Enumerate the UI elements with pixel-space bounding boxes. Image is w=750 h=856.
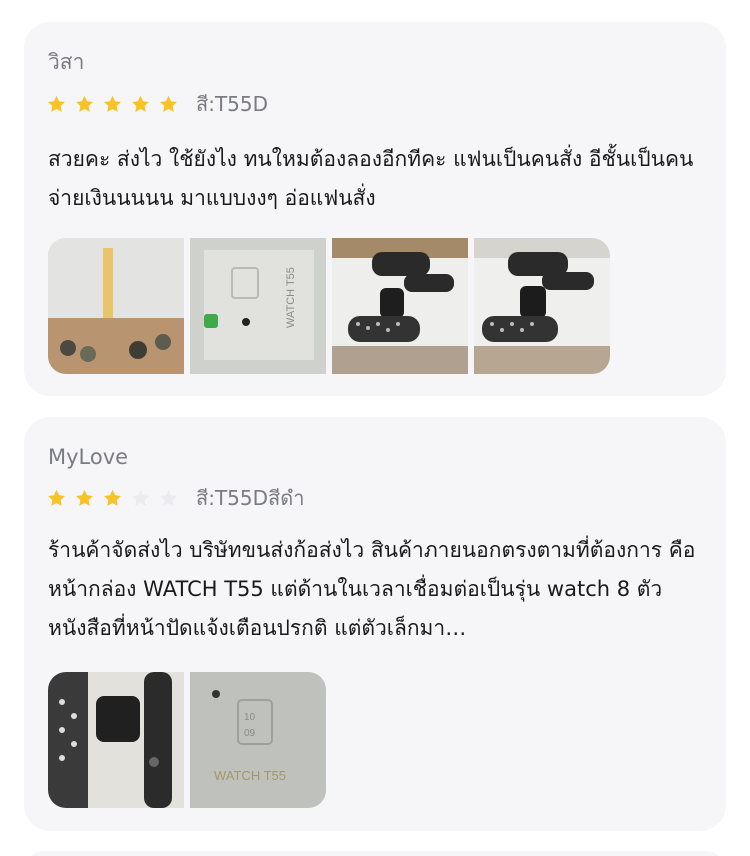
star-filled-icon [46,94,67,115]
star-filled-icon [102,94,123,115]
photo-row: 10 09 WATCH T55 [48,672,326,808]
star-empty-icon [158,488,179,509]
svg-text:WATCH T55: WATCH T55 [214,768,286,783]
star-filled-icon [74,488,95,509]
variant-label: สี:T55Dสีดำ [196,486,305,510]
review-photo[interactable] [48,238,184,374]
reviewer-name: MyLove [48,445,129,469]
review-card [24,851,726,856]
review-card: MyLove สี:T55Dสีดำ ร้านค้าจัดส่งไว บริษั… [24,417,726,831]
rating-row: สี:T55D [46,90,268,118]
star-filled-icon [46,488,67,509]
star-empty-icon [130,488,151,509]
svg-text:WATCH T55: WATCH T55 [285,267,297,328]
photo-row: WATCH T55 [48,238,610,374]
svg-text:10: 10 [244,712,256,723]
review-text: สวยคะ ส่งไว ใช้ยังไง ทนใหมต้องลองอีกทีคะ… [48,147,694,210]
reviewer-name: วิสา [48,50,85,74]
star-filled-icon [158,94,179,115]
svg-text:09: 09 [244,728,256,739]
review-card: วิสา สี:T55D สวยคะ ส่งไว ใช้ยังไง ทนใหมต… [24,22,726,396]
review-photo[interactable] [474,238,610,374]
review-photo[interactable]: WATCH T55 [190,238,326,374]
review-photo[interactable] [48,672,184,808]
rating-row: สี:T55Dสีดำ [46,484,304,512]
variant-label: สี:T55D [196,92,269,116]
star-filled-icon [74,94,95,115]
review-text[interactable]: ร้านค้าจัดส่งไว บริษัทขนส่งก้อส่งไว สินค… [48,531,708,648]
star-filled-icon [130,94,151,115]
review-photo[interactable] [332,238,468,374]
review-photo[interactable]: 10 09 WATCH T55 [190,672,326,808]
star-filled-icon [102,488,123,509]
review-list: วิสา สี:T55D สวยคะ ส่งไว ใช้ยังไง ทนใหมต… [0,0,750,856]
